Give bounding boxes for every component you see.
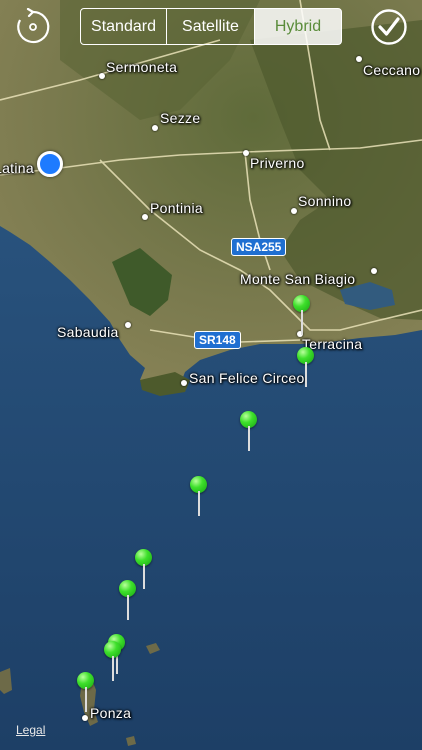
place-dot xyxy=(125,322,131,328)
pin-stick xyxy=(143,564,145,589)
place-label: Ceccano xyxy=(363,62,421,78)
map-pin[interactable] xyxy=(103,641,123,681)
road-shield: NSA255 xyxy=(231,238,287,256)
place-label: Priverno xyxy=(250,155,305,171)
refresh-location-button[interactable] xyxy=(14,7,52,46)
map-type-segmented-control[interactable]: Standard Satellite Hybrid xyxy=(80,8,342,45)
place-label: Latina xyxy=(0,160,34,176)
place-dot xyxy=(82,715,88,721)
place-dot xyxy=(243,150,249,156)
place-label: Sabaudia xyxy=(57,324,119,340)
map-pin[interactable] xyxy=(292,295,312,335)
pin-stick xyxy=(127,595,129,620)
place-dot xyxy=(371,268,377,274)
pin-stick xyxy=(301,310,303,335)
pin-stick xyxy=(112,656,114,681)
pin-stick xyxy=(248,426,250,451)
pin-stick xyxy=(198,491,200,516)
refresh-location-icon xyxy=(17,7,50,44)
map-pin[interactable] xyxy=(189,476,209,516)
place-label: Sermoneta xyxy=(106,59,178,75)
map-pin[interactable] xyxy=(76,672,96,712)
place-dot xyxy=(152,125,158,131)
place-dot xyxy=(142,214,148,220)
place-dot xyxy=(181,380,187,386)
current-location-dot xyxy=(37,151,63,177)
place-label: Sezze xyxy=(160,110,201,126)
place-label: Monte San Biagio xyxy=(240,271,356,287)
place-dot xyxy=(291,208,297,214)
place-label: Sonnino xyxy=(298,193,352,209)
place-label: San Felice Circeo xyxy=(189,370,305,386)
segment-standard[interactable]: Standard xyxy=(80,8,167,45)
legal-link[interactable]: Legal xyxy=(16,723,45,737)
road-shield: SR148 xyxy=(194,331,241,349)
place-dot xyxy=(99,73,105,79)
done-button[interactable] xyxy=(370,8,408,46)
pin-stick xyxy=(305,362,307,387)
segment-hybrid[interactable]: Hybrid xyxy=(254,8,342,45)
place-label: Ponza xyxy=(90,705,132,721)
place-label: Pontinia xyxy=(150,200,203,216)
pin-stick xyxy=(85,687,87,712)
map-pin[interactable] xyxy=(118,580,138,620)
place-dot xyxy=(356,56,362,62)
map-pin[interactable] xyxy=(296,347,316,387)
segment-satellite[interactable]: Satellite xyxy=(166,8,255,45)
map-pin[interactable] xyxy=(239,411,259,451)
checkmark-icon xyxy=(371,9,407,45)
